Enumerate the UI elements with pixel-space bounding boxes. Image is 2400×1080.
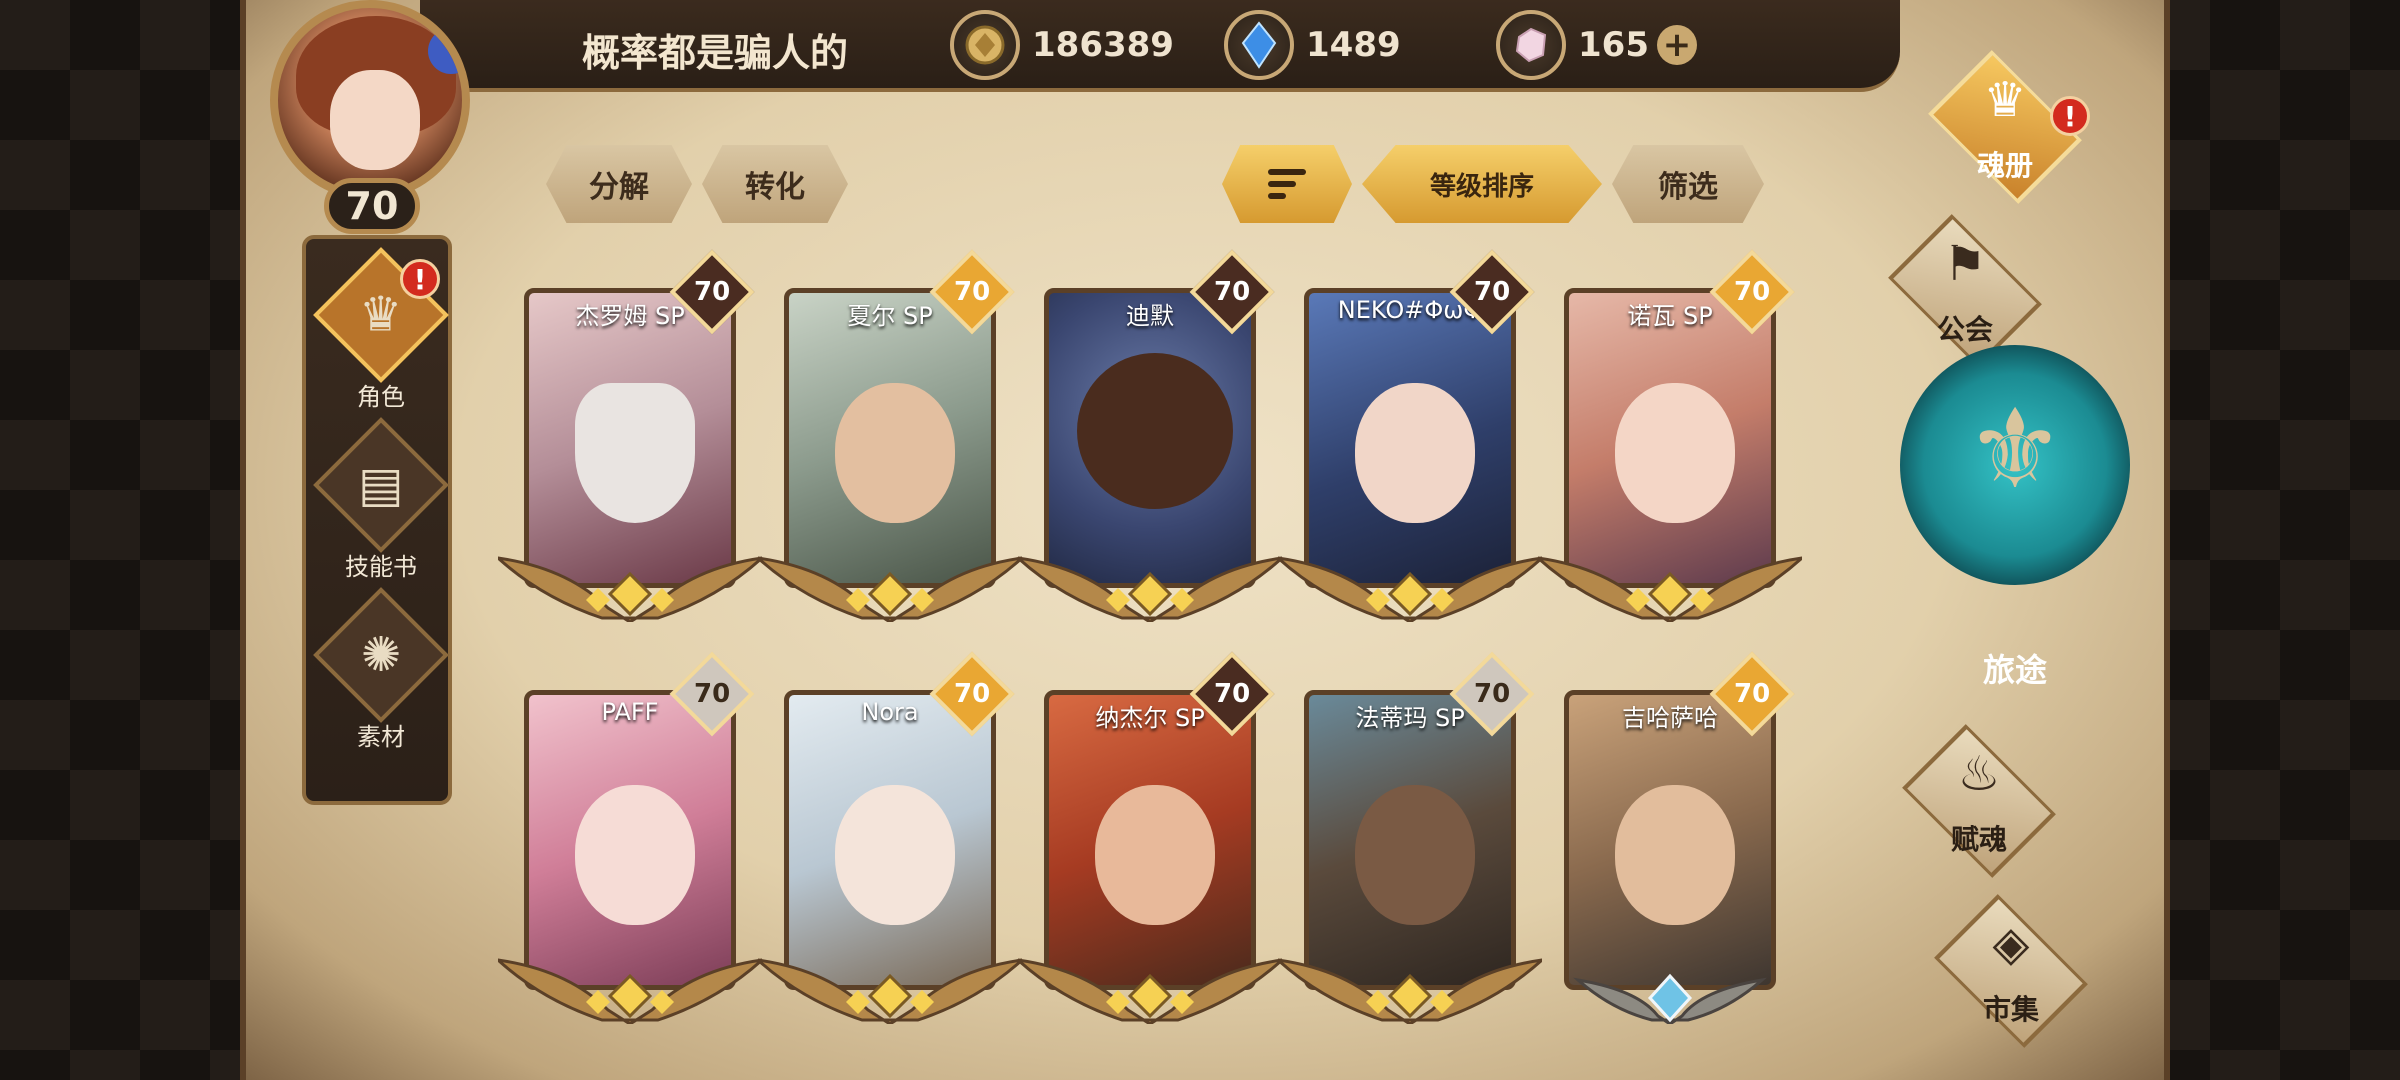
sidebar-item-skill-book[interactable]: ▤ 技能书 bbox=[306, 417, 456, 589]
convert-button[interactable]: 转化 bbox=[702, 145, 848, 223]
nav-label: 市集 bbox=[1982, 993, 2039, 1026]
sort-by-level-button[interactable]: 等级排序 bbox=[1362, 145, 1602, 223]
sidebar-item-material[interactable]: ✺ 素材 bbox=[306, 587, 456, 759]
nav-label: 赋魂 bbox=[1950, 823, 2007, 856]
material-icon: ✺ bbox=[360, 627, 402, 683]
gold-currency: 186389 bbox=[950, 10, 1174, 80]
rank-wings-icon bbox=[1018, 556, 1282, 622]
rank-gem-icon bbox=[1573, 973, 1767, 1024]
crystal-currency: 1489 bbox=[1224, 10, 1401, 80]
rank-wings-icon bbox=[498, 958, 762, 1024]
skill-book-icon: ▤ bbox=[358, 456, 404, 513]
character-card[interactable]: NEKO#ΦωΦ 70 bbox=[1278, 249, 1542, 628]
rank-wings-icon bbox=[498, 556, 762, 622]
character-card[interactable]: Nora 70 bbox=[758, 651, 1022, 1030]
character-card[interactable]: 夏尔 SP 70 bbox=[758, 249, 1022, 628]
filter-button[interactable]: 筛选 bbox=[1612, 145, 1764, 223]
nav-guild[interactable]: ⚑ 公会 bbox=[1860, 214, 2080, 368]
crystal-amount: 1489 bbox=[1306, 25, 1401, 65]
character-card[interactable]: 法蒂玛 SP 70 bbox=[1278, 651, 1542, 1030]
sort-order-button[interactable] bbox=[1222, 145, 1352, 223]
nav-market[interactable]: ◈ 市集 bbox=[1906, 894, 2126, 1048]
nav-endow-soul[interactable]: ♨ 赋魂 bbox=[1874, 724, 2094, 878]
left-decor bbox=[0, 0, 250, 1080]
rank-wings-icon bbox=[1538, 556, 1802, 622]
player-avatar-block[interactable]: 70 bbox=[242, 0, 512, 234]
character-card[interactable]: 吉哈萨哈 70 bbox=[1564, 651, 1795, 1030]
diamond-icon: ◈ bbox=[1992, 916, 2030, 972]
journey-button[interactable]: ⚜ 旅途 bbox=[1900, 345, 2130, 689]
rank-wings-icon bbox=[1278, 556, 1542, 622]
rank-wings-icon bbox=[758, 556, 1022, 622]
rank-wings-icon bbox=[1278, 958, 1542, 1024]
gold-coin-icon bbox=[950, 10, 1020, 80]
character-card[interactable]: 迪默 70 bbox=[1018, 249, 1282, 628]
character-card[interactable]: PAFF 70 bbox=[498, 651, 762, 1030]
nav-label: 公会 bbox=[1936, 313, 1993, 346]
alert-icon: ! bbox=[2050, 96, 2090, 136]
gem-currency: 165 + bbox=[1496, 10, 1697, 80]
flower-icon bbox=[428, 28, 462, 74]
player-level-badge: 70 bbox=[324, 178, 420, 234]
add-gem-button[interactable]: + bbox=[1656, 25, 1697, 65]
character-icon: ♛ bbox=[359, 287, 403, 343]
flame-icon: ♨ bbox=[1957, 746, 2001, 802]
journey-label: 旅途 bbox=[1982, 651, 2047, 689]
gold-amount: 186389 bbox=[1032, 25, 1174, 65]
left-sidebar: ♛ 角色 ! ▤ 技能书 ✺ 素材 bbox=[302, 235, 452, 805]
character-card[interactable]: 诺瓦 SP 70 bbox=[1538, 249, 1802, 628]
alert-icon: ! bbox=[400, 259, 440, 299]
rank-wings-icon bbox=[758, 958, 1022, 1024]
decompose-button[interactable]: 分解 bbox=[546, 145, 692, 223]
sidebar-item-character[interactable]: ♛ 角色 ! bbox=[306, 247, 456, 419]
player-name: 概率都是骗人的 bbox=[582, 31, 849, 75]
nav-soul-book[interactable]: ♛ 魂册 ! bbox=[1900, 50, 2120, 204]
avatar[interactable] bbox=[270, 0, 470, 200]
character-card[interactable]: 纳杰尔 SP 70 bbox=[1018, 651, 1282, 1030]
blue-crystal-icon bbox=[1224, 10, 1294, 80]
character-card[interactable]: 杰罗姆 SP 70 bbox=[498, 249, 762, 628]
rank-wings-icon bbox=[1018, 958, 1282, 1024]
journey-emblem-icon: ⚜ bbox=[1900, 345, 2130, 585]
sort-icon bbox=[1268, 169, 1306, 199]
gem-amount: 165 bbox=[1578, 25, 1649, 65]
guild-icon: ⚑ bbox=[1943, 236, 1987, 292]
right-decor bbox=[2140, 0, 2400, 1080]
nav-label: 魂册 bbox=[1976, 149, 2033, 182]
gem-icon bbox=[1496, 10, 1566, 80]
